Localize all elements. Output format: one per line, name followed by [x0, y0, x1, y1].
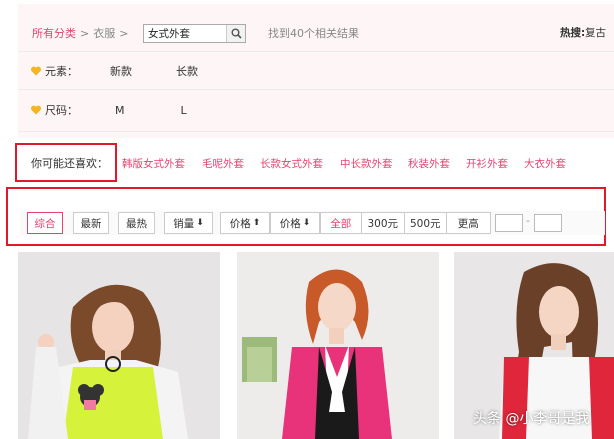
divider: [18, 131, 614, 132]
sort-price-asc-button[interactable]: 价格 ⬆: [220, 212, 270, 234]
divider: [18, 89, 614, 90]
product-image[interactable]: [237, 252, 439, 439]
price-range-300[interactable]: 300元: [362, 213, 406, 233]
may-like-item[interactable]: 中长款外套: [340, 156, 393, 171]
breadcrumb-category[interactable]: 衣服: [93, 25, 115, 41]
divider: [18, 51, 614, 52]
sort-label: 价格: [229, 217, 251, 230]
search-field[interactable]: 女式外套: [143, 24, 246, 43]
filter-option-long[interactable]: 长款: [176, 63, 198, 79]
arrow-down-icon: ⬇: [196, 218, 204, 228]
result-count: 找到40个相关结果: [268, 27, 359, 40]
price-range-dash: -: [526, 214, 530, 227]
filter-option-new[interactable]: 新款: [110, 63, 132, 79]
product-image[interactable]: [18, 252, 220, 439]
search-button[interactable]: [226, 25, 245, 42]
arrow-down-icon: ⬇: [302, 218, 311, 228]
breadcrumb-separator: >: [119, 26, 129, 40]
sort-hottest-button[interactable]: 最热: [118, 212, 155, 234]
hot-search-term[interactable]: 复古: [585, 25, 606, 40]
price-range-500[interactable]: 500元: [405, 213, 447, 233]
breadcrumb: 所有分类 > 衣服 >: [32, 24, 132, 42]
filter-option-l[interactable]: L: [181, 104, 187, 117]
search-input[interactable]: 女式外套: [144, 26, 226, 41]
filter-row-size: 尺码： M L: [30, 101, 187, 119]
price-range-higher[interactable]: 更高: [447, 213, 490, 233]
sort-label: 销量: [173, 217, 195, 230]
sort-price-desc-button[interactable]: 价格 ⬇: [270, 212, 320, 234]
hot-search-label: 热搜:: [560, 27, 586, 39]
sort-sales-button[interactable]: 销量 ⬇: [164, 212, 213, 234]
may-like-item[interactable]: 毛呢外套: [202, 156, 244, 171]
search-icon: [231, 28, 242, 39]
price-range-group: 全部 300元 500元 更高: [320, 212, 491, 234]
may-like-item[interactable]: 秋装外套: [408, 156, 450, 171]
may-like-item[interactable]: 开衫外套: [466, 156, 508, 171]
sort-label: 价格: [279, 217, 301, 230]
may-like-item[interactable]: 大衣外套: [524, 156, 566, 171]
price-max-input[interactable]: [534, 214, 562, 232]
filter-row-element: 元素： 新款 长款: [30, 62, 198, 80]
price-range-all[interactable]: 全部: [321, 213, 362, 233]
breadcrumb-all-categories[interactable]: 所有分类: [32, 25, 76, 41]
heart-icon: [30, 105, 42, 115]
sort-comprehensive-button[interactable]: 综合: [27, 212, 63, 234]
filter-label: 尺码：: [45, 104, 78, 117]
sort-label: 最热: [126, 217, 147, 230]
heart-icon: [30, 66, 42, 76]
sort-label: 综合: [34, 217, 56, 230]
filter-option-m[interactable]: M: [115, 104, 125, 117]
sort-newest-button[interactable]: 最新: [73, 212, 109, 234]
sort-label: 最新: [80, 217, 102, 230]
watermark: 头条 @小李哥是我: [473, 411, 590, 427]
may-like-item[interactable]: 长款女式外套: [260, 156, 323, 171]
arrow-up-icon: ⬆: [252, 218, 261, 228]
breadcrumb-separator: >: [80, 26, 90, 40]
may-like-label: 你可能还喜欢：: [31, 157, 108, 170]
may-like-item[interactable]: 韩版女式外套: [122, 156, 185, 171]
price-min-input[interactable]: [495, 214, 523, 232]
filter-label: 元素：: [45, 65, 78, 78]
